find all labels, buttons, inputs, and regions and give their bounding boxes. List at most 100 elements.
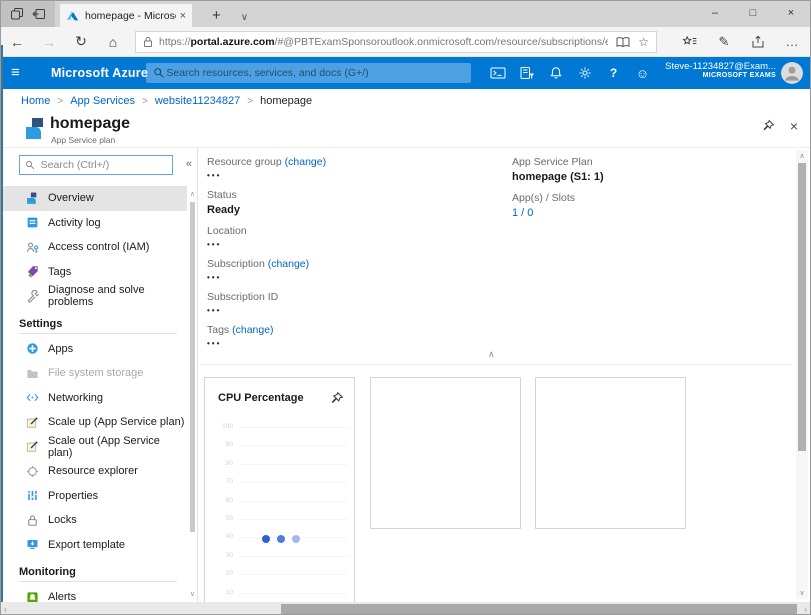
cloud-shell-icon[interactable] [483, 66, 512, 80]
hamburger-menu-icon[interactable]: ≡ [11, 64, 20, 81]
sidebar-item-scale-out-app-service-plan[interactable]: Scale out (App Service plan) [1, 435, 187, 460]
sidebar-item-access-control-iam[interactable]: Access control (IAM) [1, 235, 187, 260]
essentials-divider [198, 364, 792, 365]
sidebar-item-scale-up-app-service-plan[interactable]: Scale up (App Service plan) [1, 410, 187, 435]
sidebar-item-resource-explorer[interactable]: Resource explorer [1, 459, 187, 484]
cpu-chart-plot-area: 1009080706050403020100 [205, 422, 354, 615]
azure-brand[interactable]: Microsoft Azure [51, 66, 148, 80]
activity-log-icon [26, 216, 39, 229]
avatar[interactable] [781, 62, 803, 84]
sidebar-scrollbar-thumb[interactable] [190, 202, 195, 532]
feedback-smiley-icon[interactable]: ☺ [628, 66, 657, 81]
gridline [239, 593, 348, 594]
blade-header: homepage App Service plan × [1, 113, 810, 147]
set-aside-tabs-group [1, 1, 55, 27]
essentials-value: ••• [207, 306, 502, 315]
pin-chart-icon[interactable] [329, 391, 344, 406]
home-button[interactable]: ⌂ [97, 34, 129, 50]
collapse-menu-icon[interactable]: « [186, 159, 192, 170]
scroll-right-icon[interactable]: › [804, 605, 807, 614]
change-link[interactable]: (change) [232, 324, 273, 336]
tab-preview-caret-icon[interactable]: ∨ [241, 12, 248, 23]
favorite-star-icon[interactable]: ☆ [638, 35, 649, 49]
web-note-pen-icon[interactable]: ✎ [707, 30, 741, 54]
scroll-left-icon[interactable]: ‹ [4, 605, 7, 614]
notifications-bell-icon[interactable] [541, 66, 570, 80]
address-bar[interactable]: https://portal.azure.com/#@PBTExamSponso… [135, 31, 657, 53]
essentials-value: ••• [207, 339, 502, 348]
sidebar-item-export-template[interactable]: Export template [1, 533, 187, 558]
change-link[interactable]: (change) [268, 258, 309, 270]
essentials-label: Resource group (change) [207, 156, 502, 168]
sidebar-item-overview[interactable]: Overview [1, 186, 187, 211]
page-title: homepage [50, 115, 130, 133]
tab-close-icon[interactable]: × [180, 10, 186, 22]
tags-icon [26, 265, 39, 278]
cpu-percentage-tile[interactable]: CPU Percentage 1009080706050403020100 [204, 377, 355, 615]
scroll-down-icon[interactable]: ∨ [796, 589, 808, 597]
refresh-button[interactable]: ↻ [65, 33, 97, 50]
vertical-scrollbar[interactable]: ∧ ∨ [796, 150, 808, 599]
scale-up-icon [26, 416, 39, 429]
account-info[interactable]: Steve-11234827@Exam... MICROSOFT EXAMS [665, 61, 776, 81]
y-tick-label: 10 [207, 589, 233, 596]
scroll-up-icon[interactable]: ∧ [796, 152, 808, 160]
more-menu-icon[interactable]: … [775, 30, 809, 54]
minimize-button[interactable]: – [696, 1, 734, 25]
menu-search-box[interactable] [19, 155, 173, 175]
essentials-row-tags: Tags (change)••• [207, 324, 502, 348]
window-controls: – □ × [696, 1, 810, 25]
sidebar-item-locks[interactable]: Locks [1, 508, 187, 533]
sidebar-item-label: File system storage [48, 367, 143, 379]
sidebar-item-properties[interactable]: Properties [1, 484, 187, 509]
sidebar-item-diagnose-and-solve-problems[interactable]: Diagnose and solve problems [1, 284, 187, 309]
breadcrumb-separator: > [57, 96, 63, 107]
breadcrumb-item-website11234827[interactable]: website11234827 [155, 95, 240, 107]
sidebar-item-networking[interactable]: Networking [1, 386, 187, 411]
breadcrumb-separator: > [142, 96, 148, 107]
horizontal-scrollbar[interactable]: ‹ › [1, 602, 810, 615]
directory-filter-icon[interactable] [512, 66, 541, 80]
maximize-button[interactable]: □ [734, 1, 772, 25]
global-search-input[interactable] [164, 66, 464, 80]
favorites-hub-icon[interactable] [673, 30, 707, 54]
sidebar-item-apps[interactable]: Apps [1, 337, 187, 362]
y-tick-label: 30 [207, 552, 233, 559]
settings-gear-icon[interactable] [570, 66, 599, 80]
tabs-set-aside-icon[interactable] [10, 7, 24, 21]
gridline [239, 574, 348, 575]
sidebar-item-label: Locks [48, 514, 77, 526]
sidebar-item-activity-log[interactable]: Activity log [1, 211, 187, 236]
sidebar-scroll-down-icon[interactable]: ∨ [190, 590, 195, 598]
close-window-button[interactable]: × [772, 1, 810, 25]
sidebar-item-label: Scale out (App Service plan) [48, 435, 187, 459]
breadcrumb-item-app-services[interactable]: App Services [70, 95, 135, 107]
sidebar-item-label: Export template [48, 539, 125, 551]
close-blade-icon[interactable]: × [790, 119, 798, 133]
browser-tab[interactable]: homepage - Microsoft A × [60, 4, 192, 27]
breadcrumb-item-home[interactable]: Home [21, 95, 50, 107]
new-tab-button[interactable]: + [212, 7, 221, 24]
vertical-scrollbar-thumb[interactable] [798, 163, 806, 451]
reading-view-icon[interactable] [616, 36, 630, 48]
pin-blade-icon[interactable] [761, 119, 775, 133]
change-link[interactable]: (change) [285, 156, 326, 168]
horizontal-scrollbar-thumb[interactable] [281, 604, 797, 615]
gridline [239, 501, 348, 502]
essentials-value[interactable]: 1 / 0 [512, 207, 792, 219]
help-icon[interactable]: ? [599, 66, 628, 80]
share-icon[interactable] [741, 30, 775, 54]
sidebar-item-tags[interactable]: Tags [1, 260, 187, 285]
restore-tabs-icon[interactable] [32, 7, 46, 21]
essentials-value: ••• [207, 273, 502, 282]
resource-menu: OverviewActivity logAccess control (IAM)… [1, 186, 187, 610]
back-button[interactable]: ← [1, 34, 33, 50]
essentials-row-app-service-plan: App Service Planhomepage (S1: 1) [512, 156, 792, 183]
gridline [239, 464, 348, 465]
menu-search-input[interactable] [39, 158, 167, 172]
gridline [239, 427, 348, 428]
global-search-box[interactable] [146, 63, 471, 83]
sidebar-scroll-up-icon[interactable]: ∧ [190, 190, 195, 198]
y-tick-label: 70 [207, 478, 233, 485]
collapse-essentials-icon[interactable]: ∧ [488, 349, 495, 360]
